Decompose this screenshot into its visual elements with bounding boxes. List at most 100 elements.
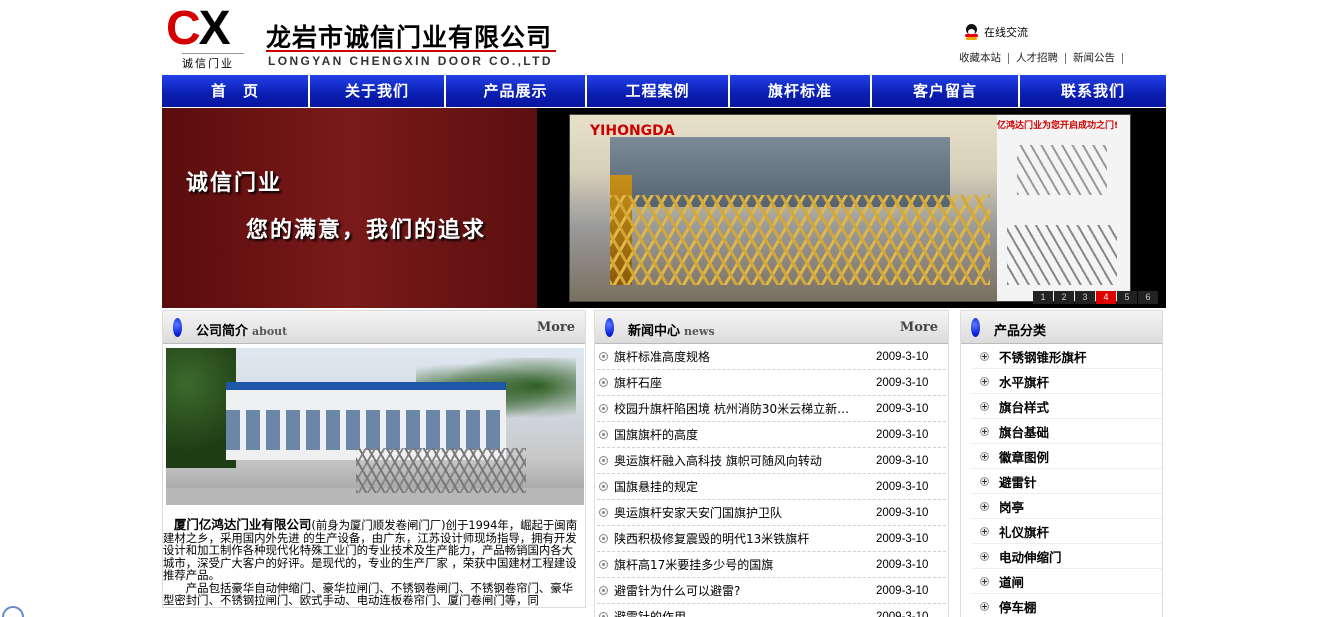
logo-letter-x: X xyxy=(198,2,231,55)
category-item[interactable]: 礼仪旗杆 xyxy=(971,519,1162,544)
category-item[interactable]: 停车棚 xyxy=(971,594,1162,617)
top-link-bookmark[interactable]: 收藏本站 xyxy=(952,53,1009,64)
category-label[interactable]: 道闸 xyxy=(999,572,1024,591)
news-item-title[interactable]: 校园升旗杆陷困境 杭州消防30米云梯立新… xyxy=(614,400,876,417)
banner-slogan-2: 您的满意，我们的追求 xyxy=(246,218,487,243)
banner-slogan-panel: 诚信门业 您的满意，我们的追求 xyxy=(162,108,537,308)
news-item-title[interactable]: 避雷针为什么可以避雷? xyxy=(614,582,876,599)
news-item[interactable]: 国旗旗杆的高度 2009-3-10 xyxy=(597,422,946,448)
about-more-link[interactable]: More xyxy=(537,320,575,335)
nav-about[interactable]: 关于我们 xyxy=(310,75,446,107)
circle-bullet-icon xyxy=(599,612,608,617)
category-item[interactable]: 岗亭 xyxy=(971,494,1162,519)
news-more-link[interactable]: More xyxy=(900,320,938,335)
category-item[interactable]: 旗台基础 xyxy=(971,419,1162,444)
news-item-title[interactable]: 奥运旗杆融入高科技 旗帜可随风向转动 xyxy=(614,452,876,469)
nav-cases[interactable]: 工程案例 xyxy=(587,75,730,107)
about-title-en: about xyxy=(252,325,288,338)
circle-bullet-icon xyxy=(599,378,608,387)
news-title: 新闻中心 news xyxy=(628,320,715,339)
blue-dot-icon xyxy=(605,318,614,337)
blue-dot-icon xyxy=(971,318,980,337)
category-label[interactable]: 避雷针 xyxy=(999,472,1037,491)
banner: 诚信门业 您的满意，我们的追求 YIHONGDA 亿鸿达门业为您开启成功之门! … xyxy=(162,108,1166,308)
news-item[interactable]: 奥运旗杆融入高科技 旗帜可随风向转动 2009-3-10 xyxy=(597,448,946,474)
slide-button-6[interactable]: 6 xyxy=(1138,291,1158,304)
category-label[interactable]: 礼仪旗杆 xyxy=(999,522,1049,541)
circle-bullet-icon xyxy=(599,482,608,491)
plus-circle-icon xyxy=(980,376,989,386)
main-nav: 首 页 关于我们 产品展示 工程案例 旗杆标准 客户留言 联系我们 xyxy=(162,75,1166,107)
news-item-title[interactable]: 陕西积极修复震毁的明代13米铁旗杆 xyxy=(614,530,876,547)
company-name: 龙岩市诚信门业有限公司 xyxy=(266,23,553,52)
page-wrapper: CX 诚信门业 龙岩市诚信门业有限公司 LONGYAN CHENGXIN DOO… xyxy=(162,0,1166,617)
slide-button-2[interactable]: 2 xyxy=(1054,291,1074,304)
product-categories-section: 产品分类 不锈钢锥形旗杆 水平旗杆 旗台样式 旗台基础 徽章图例 避雷针 岗亭 … xyxy=(960,310,1163,617)
news-item[interactable]: 国旗悬挂的规定 2009-3-10 xyxy=(597,474,946,500)
logo-cx[interactable]: CX xyxy=(166,5,231,53)
news-item-title[interactable]: 国旗旗杆的高度 xyxy=(614,426,876,443)
nav-products[interactable]: 产品展示 xyxy=(446,75,587,107)
floating-widget-icon[interactable] xyxy=(2,606,24,617)
category-item[interactable]: 电动伸缩门 xyxy=(971,544,1162,569)
plus-circle-icon xyxy=(980,601,989,611)
category-label[interactable]: 旗台样式 xyxy=(999,397,1049,416)
category-label[interactable]: 停车棚 xyxy=(999,597,1037,616)
plus-circle-icon xyxy=(980,476,989,486)
news-item[interactable]: 校园升旗杆陷困境 杭州消防30米云梯立新… 2009-3-10 xyxy=(597,396,946,422)
nav-flagpole-standards[interactable]: 旗杆标准 xyxy=(730,75,872,107)
plus-circle-icon xyxy=(980,501,989,511)
category-label[interactable]: 岗亭 xyxy=(999,497,1024,516)
banner-slogan-1: 诚信门业 xyxy=(186,171,283,196)
news-item[interactable]: 陕西积极修复震毁的明代13米铁旗杆 2009-3-10 xyxy=(597,526,946,552)
news-item[interactable]: 奥运旗杆安家天安门国旗护卫队 2009-3-10 xyxy=(597,500,946,526)
logo-subtitle: 诚信门业 xyxy=(182,53,244,71)
nav-contact[interactable]: 联系我们 xyxy=(1020,75,1166,107)
nav-home[interactable]: 首 页 xyxy=(162,75,310,107)
category-label[interactable]: 电动伸缩门 xyxy=(999,547,1062,566)
category-item[interactable]: 旗台样式 xyxy=(971,394,1162,419)
company-name-en: LONGYAN CHENGXIN DOOR CO.,LTD xyxy=(268,54,553,68)
news-item-title[interactable]: 旗杆标准高度规格 xyxy=(614,348,876,365)
category-label[interactable]: 水平旗杆 xyxy=(999,372,1049,391)
category-item[interactable]: 不锈钢锥形旗杆 xyxy=(971,344,1162,369)
slide-button-5[interactable]: 5 xyxy=(1117,291,1137,304)
category-label[interactable]: 徽章图例 xyxy=(999,447,1049,466)
news-item-date: 2009-3-10 xyxy=(876,402,929,415)
news-item[interactable]: 旗杆高17米要挂多少号的国旗 2009-3-10 xyxy=(597,552,946,578)
news-item-date: 2009-3-10 xyxy=(876,350,929,363)
about-header: 公司简介 about More xyxy=(163,311,585,344)
news-item-title[interactable]: 奥运旗杆安家天安门国旗护卫队 xyxy=(614,504,876,521)
circle-bullet-icon xyxy=(599,352,608,361)
category-item[interactable]: 道闸 xyxy=(971,569,1162,594)
news-item[interactable]: 旗杆标准高度规格 2009-3-10 xyxy=(597,344,946,370)
slide-pager: 1 2 3 4 5 6 xyxy=(1033,291,1158,304)
category-item[interactable]: 避雷针 xyxy=(971,469,1162,494)
slide-button-1[interactable]: 1 xyxy=(1033,291,1053,304)
online-chat-link[interactable]: 在线交流 xyxy=(964,24,1028,40)
news-item[interactable]: 旗杆石座 2009-3-10 xyxy=(597,370,946,396)
plus-circle-icon xyxy=(980,401,989,411)
categories-title: 产品分类 xyxy=(994,324,1047,339)
nav-guestbook[interactable]: 客户留言 xyxy=(872,75,1020,107)
news-item[interactable]: 避雷针的作用 2009-3-10 xyxy=(597,604,946,617)
top-link-jobs[interactable]: 人才招聘 xyxy=(1009,53,1066,64)
category-label[interactable]: 旗台基础 xyxy=(999,422,1049,441)
category-item[interactable]: 徽章图例 xyxy=(971,444,1162,469)
category-label[interactable]: 不锈钢锥形旗杆 xyxy=(999,347,1087,366)
banner-slideshow-image[interactable]: YIHONGDA 亿鸿达门业为您开启成功之门! xyxy=(569,114,1131,302)
slide-button-3[interactable]: 3 xyxy=(1075,291,1095,304)
top-link-news[interactable]: 新闻公告 xyxy=(1066,53,1123,64)
circle-bullet-icon xyxy=(599,404,608,413)
news-item-title[interactable]: 国旗悬挂的规定 xyxy=(614,478,876,495)
circle-bullet-icon xyxy=(599,456,608,465)
news-item-title[interactable]: 旗杆高17米要挂多少号的国旗 xyxy=(614,556,876,573)
slide-button-4[interactable]: 4 xyxy=(1096,291,1116,304)
category-item[interactable]: 水平旗杆 xyxy=(971,369,1162,394)
news-item-title[interactable]: 旗杆石座 xyxy=(614,374,876,391)
news-item[interactable]: 避雷针为什么可以避雷? 2009-3-10 xyxy=(597,578,946,604)
news-section: 新闻中心 news More 旗杆标准高度规格 2009-3-10 旗杆石座 2009… xyxy=(594,310,949,617)
news-item-date: 2009-3-10 xyxy=(876,584,929,597)
news-item-title[interactable]: 避雷针的作用 xyxy=(614,608,876,617)
news-item-date: 2009-3-10 xyxy=(876,454,929,467)
